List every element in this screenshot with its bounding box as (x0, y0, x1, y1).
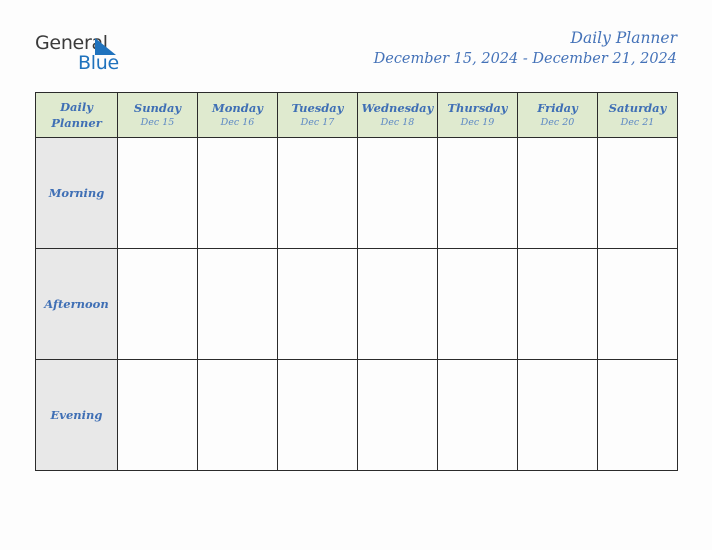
slot-morning-saturday[interactable] (597, 137, 678, 249)
day-date: Dec 19 (460, 116, 495, 128)
slot-afternoon-thursday[interactable] (437, 248, 518, 360)
slot-evening-thursday[interactable] (437, 359, 518, 471)
slot-evening-wednesday[interactable] (357, 359, 438, 471)
page-header: General Blue Daily Planner December 15, … (35, 28, 677, 84)
day-date: Dec 15 (140, 116, 175, 128)
slot-afternoon-friday[interactable] (517, 248, 598, 360)
day-date: Dec 20 (540, 116, 575, 128)
slot-morning-friday[interactable] (517, 137, 598, 249)
logo-word-blue: Blue (78, 52, 119, 74)
day-date: Dec 18 (380, 116, 415, 128)
day-name: Thursday (447, 100, 508, 115)
row-label-afternoon: Afternoon (35, 248, 118, 360)
slot-morning-tuesday[interactable] (277, 137, 358, 249)
slot-evening-sunday[interactable] (117, 359, 198, 471)
slot-evening-monday[interactable] (197, 359, 278, 471)
day-header-tuesday: Tuesday Dec 17 (277, 92, 358, 138)
row-label-morning: Morning (35, 137, 118, 249)
slot-evening-saturday[interactable] (597, 359, 678, 471)
corner-line-2: Planner (51, 116, 102, 130)
day-name: Monday (212, 100, 263, 115)
day-name: Wednesday (361, 100, 434, 115)
slot-morning-wednesday[interactable] (357, 137, 438, 249)
slot-morning-sunday[interactable] (117, 137, 198, 249)
day-header-thursday: Thursday Dec 19 (437, 92, 518, 138)
day-date: Dec 21 (620, 116, 655, 128)
day-date: Dec 16 (220, 116, 255, 128)
row-label-text: Morning (48, 186, 105, 200)
day-date: Dec 17 (300, 116, 335, 128)
planner-page: General Blue Daily Planner December 15, … (0, 0, 712, 550)
slot-afternoon-saturday[interactable] (597, 248, 678, 360)
slot-afternoon-monday[interactable] (197, 248, 278, 360)
row-label-text: Evening (50, 408, 103, 422)
day-header-sunday: Sunday Dec 15 (117, 92, 198, 138)
planner-table: Daily Planner Sunday Dec 15 Monday Dec 1… (35, 92, 678, 471)
title-block: Daily Planner December 15, 2024 - Decemb… (374, 28, 677, 70)
table-row-afternoon: Afternoon (35, 248, 678, 360)
day-header-saturday: Saturday Dec 21 (597, 92, 678, 138)
page-title: Daily Planner (570, 29, 677, 47)
table-corner-header: Daily Planner (35, 92, 118, 138)
date-range: December 15, 2024 - December 21, 2024 (373, 51, 677, 67)
day-name: Tuesday (291, 100, 344, 115)
slot-afternoon-wednesday[interactable] (357, 248, 438, 360)
day-header-wednesday: Wednesday Dec 18 (357, 92, 438, 138)
table-row-evening: Evening (35, 359, 678, 471)
day-name: Saturday (608, 100, 667, 115)
slot-evening-friday[interactable] (517, 359, 598, 471)
row-label-text: Afternoon (44, 297, 109, 311)
general-blue-logo: General Blue (35, 34, 145, 80)
day-name: Friday (537, 100, 578, 115)
table-row-morning: Morning (35, 137, 678, 249)
row-label-evening: Evening (35, 359, 118, 471)
table-header-row: Daily Planner Sunday Dec 15 Monday Dec 1… (35, 92, 678, 138)
slot-morning-monday[interactable] (197, 137, 278, 249)
day-header-monday: Monday Dec 16 (197, 92, 278, 138)
day-name: Sunday (133, 100, 182, 115)
slot-afternoon-sunday[interactable] (117, 248, 198, 360)
slot-afternoon-tuesday[interactable] (277, 248, 358, 360)
day-header-friday: Friday Dec 20 (517, 92, 598, 138)
corner-line-1: Daily (60, 100, 93, 114)
slot-evening-tuesday[interactable] (277, 359, 358, 471)
slot-morning-thursday[interactable] (437, 137, 518, 249)
